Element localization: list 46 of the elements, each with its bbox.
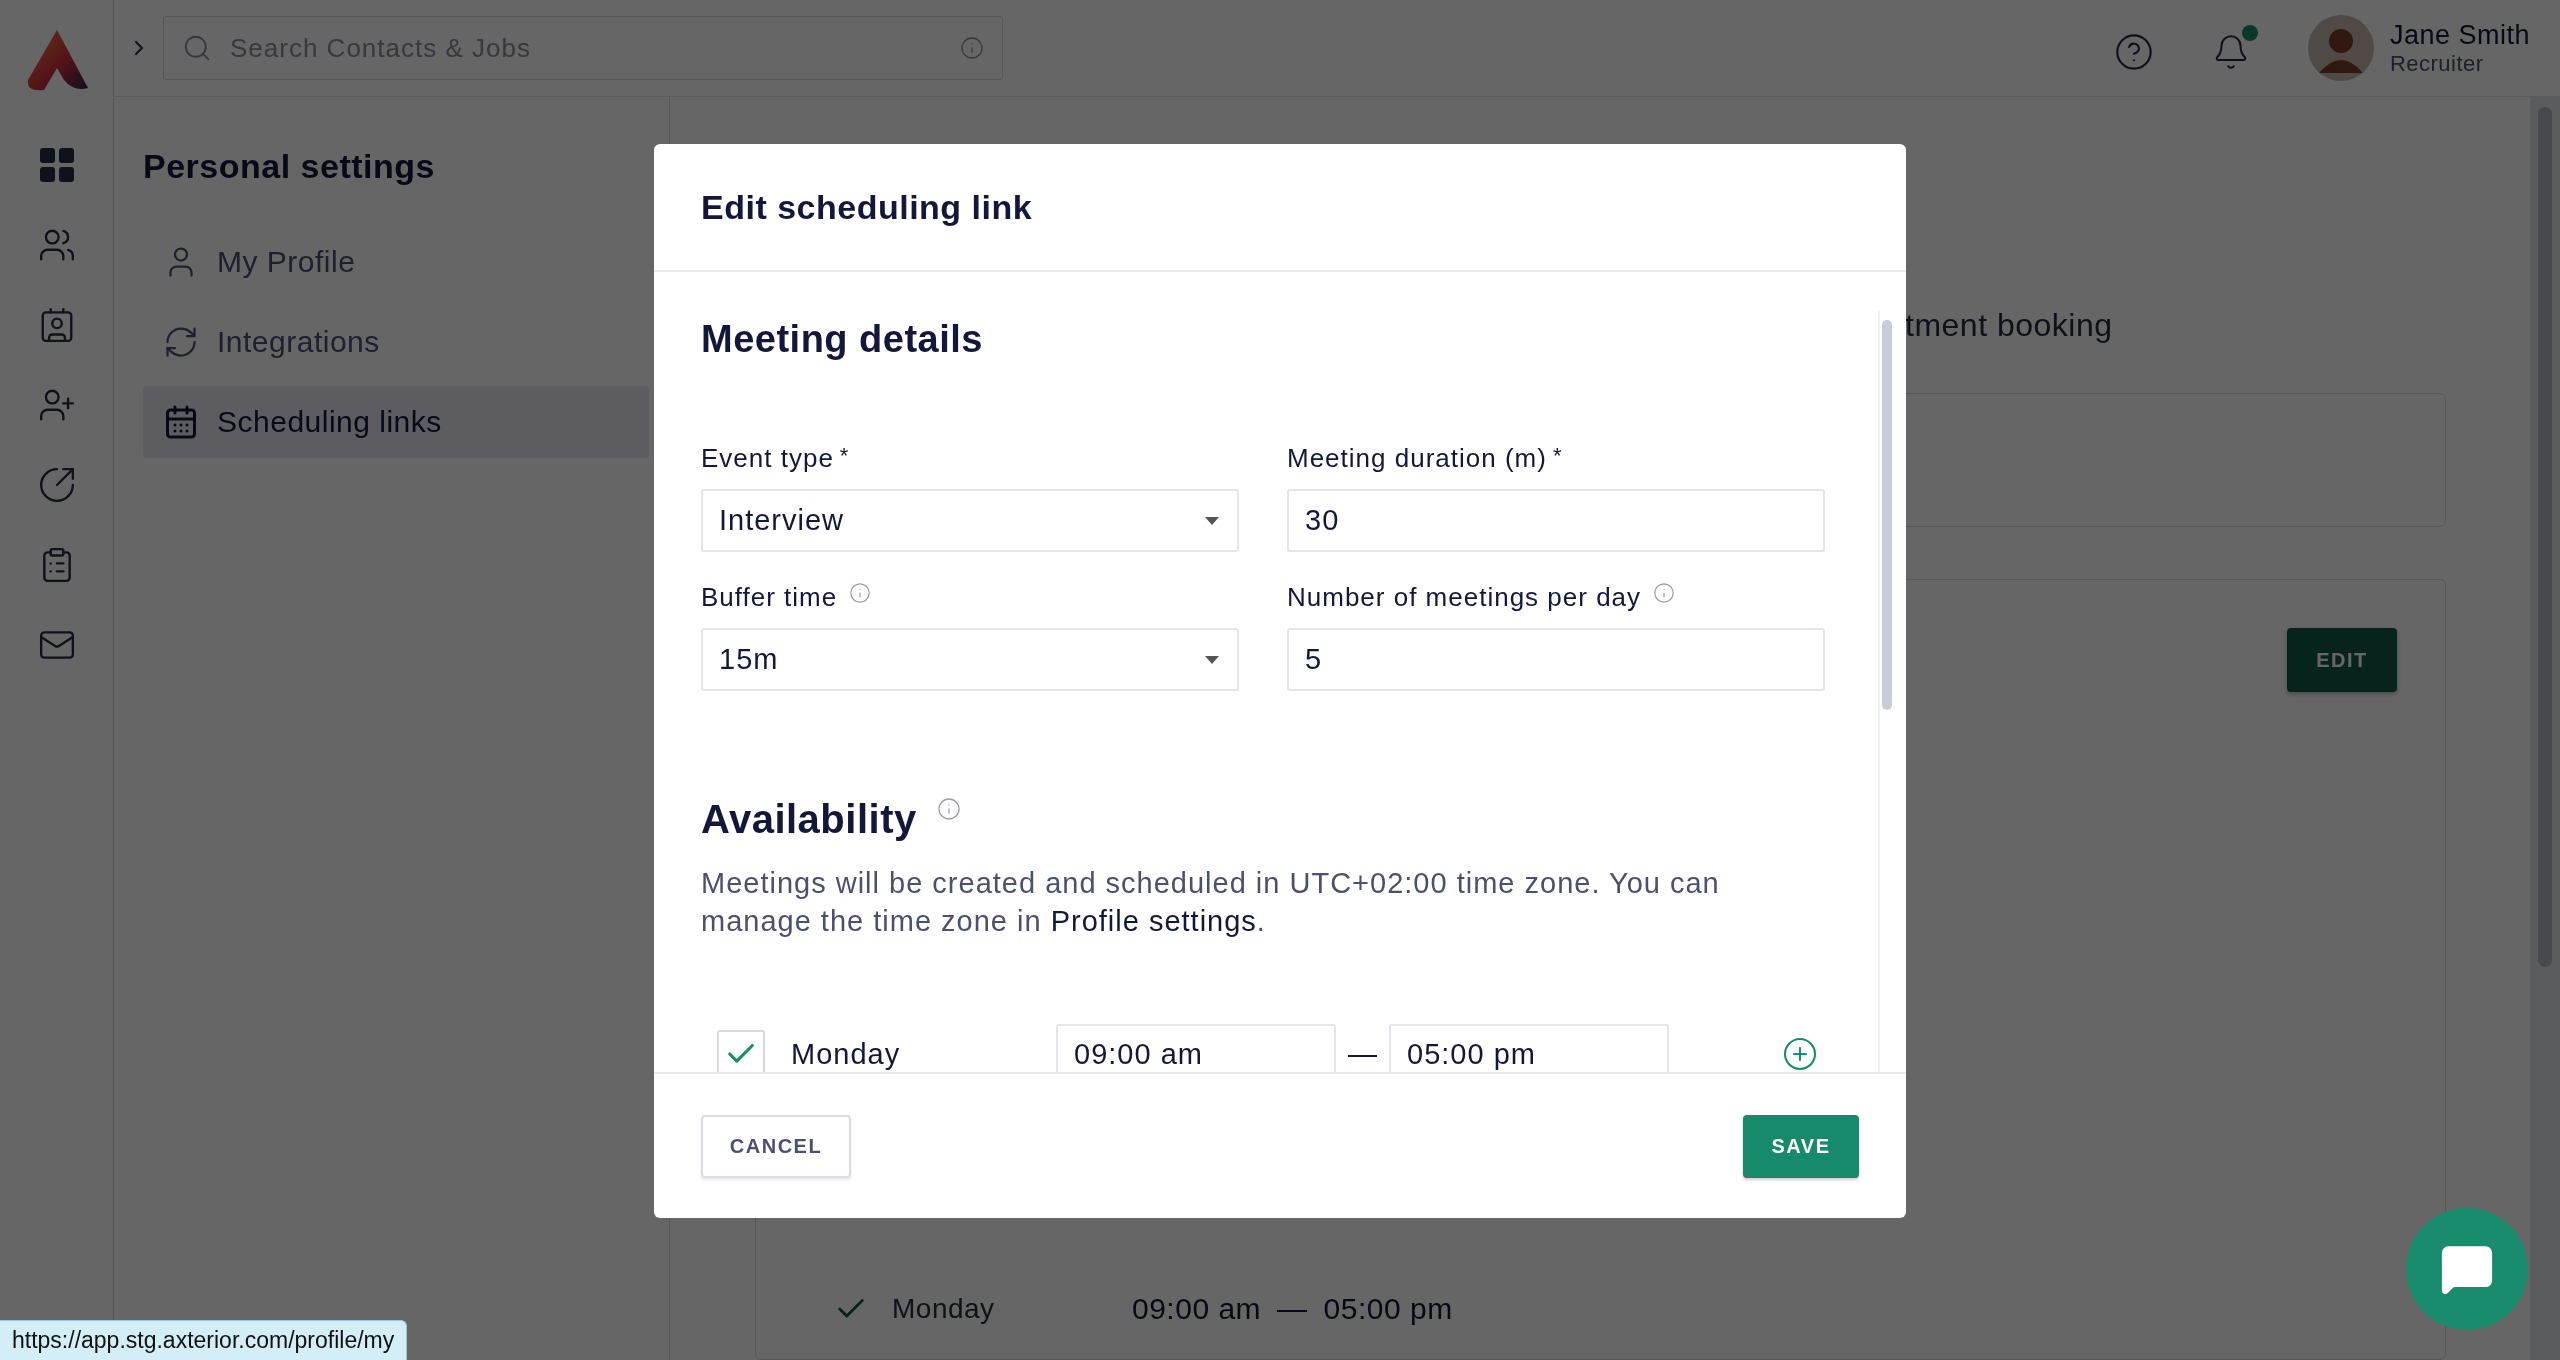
calendar-icon bbox=[163, 404, 199, 440]
link-url: https://app.stg.axterior.com/profile/my bbox=[0, 1320, 408, 1360]
save-button[interactable]: SAVE bbox=[1743, 1114, 1859, 1178]
day-name: Monday bbox=[791, 1037, 902, 1071]
input-field[interactable]: 30 bbox=[1287, 489, 1825, 552]
required-mark: * bbox=[1552, 443, 1562, 469]
info-icon[interactable] bbox=[960, 36, 984, 60]
checkbox[interactable] bbox=[717, 1030, 765, 1072]
field-label: Buffer time bbox=[701, 582, 838, 613]
user-role: Recruiter bbox=[2389, 50, 2485, 77]
scrollbar[interactable] bbox=[2530, 97, 2560, 1360]
time-field[interactable]: 05:00 pm bbox=[1389, 1024, 1669, 1072]
scrollbar[interactable] bbox=[1878, 310, 1894, 1072]
time-field[interactable]: 09:00 am bbox=[1056, 1024, 1336, 1072]
caret-icon bbox=[1205, 655, 1219, 664]
info-icon[interactable] bbox=[849, 582, 872, 604]
grid-icon[interactable] bbox=[39, 148, 74, 182]
dash: — bbox=[1277, 1292, 1308, 1326]
field-label: Number of meetings per day bbox=[1287, 582, 1642, 613]
page-heading: tment booking bbox=[1905, 307, 2113, 343]
input-field[interactable]: 5 bbox=[1287, 628, 1825, 691]
dropdown[interactable]: Interview bbox=[701, 489, 1239, 552]
time-text: 05:00 pm bbox=[1323, 1292, 1453, 1326]
dash: — bbox=[1348, 1037, 1377, 1071]
info-text: Meetings will be created and scheduled in UTC+02:00 time zone. You can manage the time zone in Profile settings. bbox=[701, 866, 1721, 939]
add-icon[interactable] bbox=[1782, 1036, 1818, 1072]
section-heading: Meeting details bbox=[701, 318, 983, 361]
arrow-circle-icon[interactable] bbox=[37, 466, 76, 504]
time-text: 09:00 am bbox=[1132, 1292, 1262, 1326]
field-label: Event type bbox=[701, 443, 834, 474]
info-icon[interactable] bbox=[936, 797, 961, 821]
profile-settings-link[interactable]: Profile settings bbox=[1050, 905, 1257, 937]
info-icon[interactable] bbox=[1653, 582, 1676, 604]
section-heading: Availability bbox=[701, 797, 917, 842]
search-icon bbox=[182, 33, 212, 63]
avatar[interactable] bbox=[2307, 15, 2374, 81]
dropdown[interactable]: 15m bbox=[701, 628, 1239, 691]
cancel-button[interactable]: CANCEL bbox=[701, 1114, 851, 1178]
dialog-title: Edit scheduling link bbox=[701, 187, 1033, 227]
field-label: Meeting duration (m) bbox=[1287, 443, 1547, 474]
user-name: Jane Smith bbox=[2389, 19, 2530, 51]
settings-title: Personal settings bbox=[143, 147, 436, 186]
caret-icon bbox=[1205, 516, 1219, 525]
day-name: Monday bbox=[892, 1293, 996, 1325]
required-mark: * bbox=[839, 443, 849, 469]
sync-icon bbox=[163, 324, 199, 360]
